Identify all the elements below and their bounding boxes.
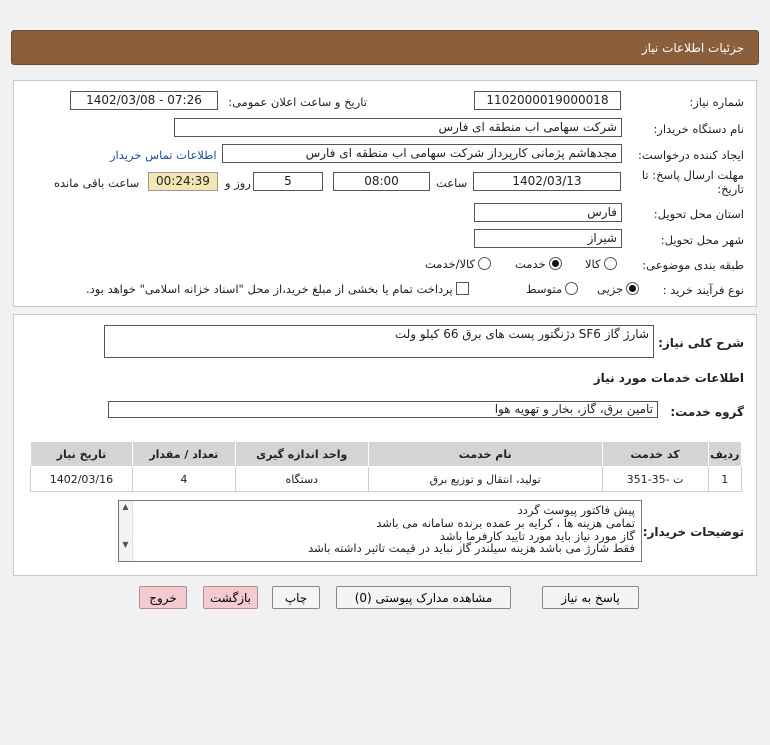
creator-label: ایجاد کننده درخواست: (638, 148, 744, 162)
buyer-org-label: نام دستگاه خریدار: (653, 122, 744, 136)
need-number-label: شماره نیاز: (689, 95, 744, 109)
category-option-service[interactable]: خدمت (515, 256, 562, 271)
deadline-date-field: 1402/03/13 (473, 172, 621, 191)
print-button[interactable]: چاپ (272, 586, 320, 609)
col-qty: تعداد / مقدار (131, 441, 236, 467)
back-button[interactable]: بازگشت (203, 586, 258, 609)
cell-row: 1 (707, 466, 743, 492)
services-section-title: اطلاعات خدمات مورد نیاز (593, 371, 744, 385)
cell-qty: 4 (131, 466, 236, 492)
treasury-payment-option[interactable]: پرداخت تمام یا بخشی از مبلغ خرید،از محل … (86, 281, 469, 296)
creator-field: مجدهاشم پژمانی کارپرداز شرکت سهامی اب من… (222, 144, 622, 163)
col-unit: واحد اندازه گیری (234, 441, 369, 467)
cell-code: ت -35-351 (601, 466, 709, 492)
province-label: استان محل تحویل: (653, 207, 744, 221)
category-option-goods-service[interactable]: کالا/خدمت (425, 256, 492, 271)
deadline-time-field: 08:00 (333, 172, 430, 191)
announce-field: 1402/03/08 - 07:26 (70, 91, 218, 110)
cell-date: 1402/03/16 (30, 466, 133, 492)
radio-goods[interactable] (603, 257, 617, 270)
col-row: ردیف (707, 441, 743, 467)
remaining-time-field: 00:24:39 (148, 172, 218, 191)
info-panel (13, 80, 757, 307)
days-label: روز و (225, 176, 251, 190)
category-option-goods[interactable]: کالا (585, 256, 617, 271)
cell-unit: دستگاه (234, 466, 369, 492)
category-label: طبقه بندی موضوعی: (642, 258, 744, 272)
services-table: ردیف کد خدمت نام خدمت واحد اندازه گیری ت… (30, 441, 743, 492)
note-line: پیش فاکتور پیوست گردد (517, 503, 635, 517)
time-label: ساعت (436, 176, 468, 190)
treasury-checkbox[interactable] (455, 282, 469, 295)
buyer-org-field: شرکت سهامی اب منطقه ای فارس (174, 118, 622, 137)
city-label: شهر محل تحویل: (660, 233, 744, 247)
page-title: جزئیات اطلاعات نیاز (641, 41, 744, 55)
col-date: تاریخ نیاز (30, 441, 133, 467)
service-group-field: تامین برق، گاز، بخار و تهویه هوا (108, 401, 658, 418)
days-field: 5 (253, 172, 323, 191)
view-docs-button[interactable]: مشاهده مدارک پیوستی (0) (336, 586, 511, 609)
cell-name: تولید، انتقال و توزیع برق (367, 466, 603, 492)
contact-buyer-link[interactable]: اطلاعات تماس خریدار (110, 148, 217, 162)
announce-label: تاریخ و ساعت اعلان عمومی: (228, 95, 367, 109)
note-line: فقط شارژ می باشد هزینه سیلندر گاز نباید … (308, 541, 635, 556)
city-field: شیراز (474, 229, 622, 248)
summary-label: شرح کلی نیاز: (658, 336, 744, 350)
deadline-label: مهلت ارسال پاسخ: تا (641, 168, 744, 182)
table-row: 1 ت -35-351 تولید، انتقال و توزیع برق دس… (30, 466, 743, 492)
notes-scrollbar[interactable]: ▲ ▼ (119, 501, 133, 561)
col-code: کد خدمت (601, 441, 709, 467)
note-line: تمامی هزینه ها ، کرایه بر عمده برنده سام… (376, 515, 635, 530)
service-group-label: گروه خدمت: (670, 405, 744, 419)
deadline-label-date: تاریخ: (717, 182, 744, 196)
notes-label: توضیحات خریدار: (642, 525, 744, 539)
radio-minor[interactable] (626, 282, 640, 295)
purchase-type-label: نوع فرآیند خرید : (662, 283, 744, 297)
buyer-notes[interactable]: ▲ ▼ پیش فاکتور پیوست گردد تمامی هزینه ها … (118, 500, 642, 562)
purchase-option-minor[interactable]: جزیی (597, 281, 640, 296)
radio-goods-service[interactable] (478, 257, 492, 270)
province-field: فارس (474, 203, 622, 222)
table-header-row: ردیف کد خدمت نام خدمت واحد اندازه گیری ت… (30, 441, 743, 467)
exit-button[interactable]: خروج (139, 586, 187, 609)
col-name: نام خدمت (367, 441, 603, 467)
radio-service[interactable] (548, 257, 562, 270)
remaining-label: ساعت باقی مانده (54, 176, 140, 190)
summary-field: شارژ گاز SF6 دژنگتور پست های برق 66 کیلو… (104, 325, 654, 358)
purchase-option-medium[interactable]: متوسط (526, 281, 579, 296)
need-number-field: 1102000019000018 (474, 91, 621, 110)
radio-medium[interactable] (565, 282, 579, 295)
reply-button[interactable]: پاسخ به نیاز (542, 586, 639, 609)
page-header: جزئیات اطلاعات نیاز (11, 30, 759, 65)
